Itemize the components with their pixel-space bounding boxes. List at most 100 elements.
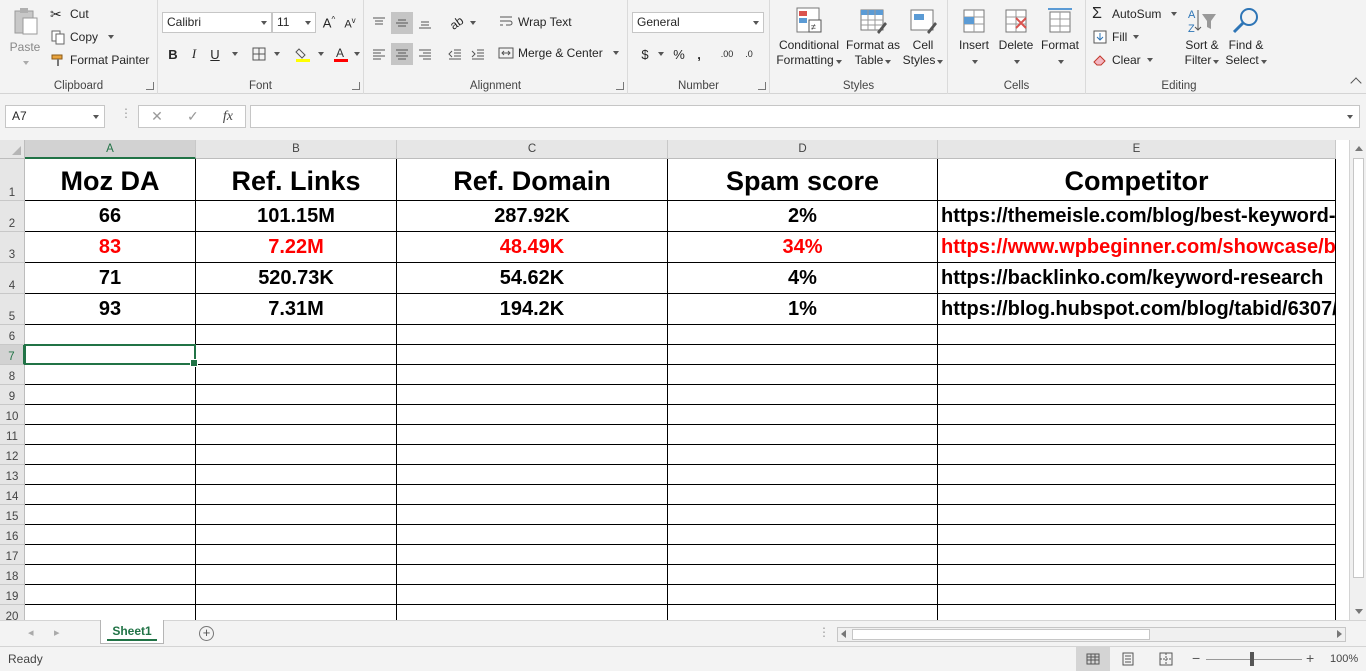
cell-c10[interactable] [397, 405, 668, 425]
fill-color-dropdown-icon[interactable] [318, 52, 324, 56]
cell-e15[interactable] [938, 505, 1336, 525]
cell-e9[interactable] [938, 385, 1336, 405]
font-size-combo[interactable]: 11 [272, 12, 316, 33]
orientation-dropdown-icon[interactable] [470, 21, 476, 25]
cell-d12[interactable] [668, 445, 938, 465]
cell-c11[interactable] [397, 425, 668, 445]
worksheet-grid[interactable]: A B C D E 1 Moz DA Ref. Links Ref. Domain Spam sc… [0, 140, 1366, 620]
merge-center-button[interactable]: Merge & Center [498, 45, 619, 61]
cell-a3[interactable]: 83 [25, 232, 196, 263]
cell-c15[interactable] [397, 505, 668, 525]
cell-a20[interactable] [25, 605, 196, 620]
cell-a19[interactable] [25, 585, 196, 605]
cell-b20[interactable] [196, 605, 397, 620]
cell-a13[interactable] [25, 465, 196, 485]
cell-d2[interactable]: 2% [668, 201, 938, 232]
row-header-5[interactable]: 5 [0, 294, 25, 325]
cell-b4[interactable]: 520.73K [196, 263, 397, 294]
cell-c3[interactable]: 48.49K [397, 232, 668, 263]
autosum-button[interactable]: Σ AutoSum [1092, 6, 1178, 22]
cell-e19[interactable] [938, 585, 1336, 605]
cell-a12[interactable] [25, 445, 196, 465]
zoom-out-icon[interactable]: − [1192, 650, 1200, 666]
cell-a14[interactable] [25, 485, 196, 505]
percent-button[interactable]: % [668, 43, 690, 65]
cell-e20[interactable] [938, 605, 1336, 620]
cell-b18[interactable] [196, 565, 397, 585]
format-cells-button[interactable]: Format [1038, 6, 1082, 68]
bold-button[interactable]: B [162, 43, 184, 65]
cell-a18[interactable] [25, 565, 196, 585]
row-header-12[interactable]: 12 [0, 445, 25, 465]
cut-button[interactable]: ✂ Cut [50, 6, 89, 22]
increase-indent-button[interactable] [467, 43, 489, 65]
cell-a15[interactable] [25, 505, 196, 525]
scroll-up-icon[interactable] [1355, 146, 1363, 151]
cell-b11[interactable] [196, 425, 397, 445]
font-color-dropdown-icon[interactable] [354, 52, 360, 56]
cell-e2[interactable]: https://themeisle.com/blog/best-keyword-… [938, 201, 1336, 232]
vertical-scrollbar[interactable] [1349, 140, 1366, 620]
cell-e16[interactable] [938, 525, 1336, 545]
cell-b3[interactable]: 7.22M [196, 232, 397, 263]
comma-button[interactable]: , [688, 43, 710, 65]
insert-button[interactable]: Insert [954, 6, 994, 68]
cell-c19[interactable] [397, 585, 668, 605]
increase-decimal-button[interactable]: .00 [716, 43, 738, 65]
row-header-14[interactable]: 14 [0, 485, 25, 505]
cell-a17[interactable] [25, 545, 196, 565]
copy-button[interactable]: Copy [50, 29, 115, 45]
row-header-1[interactable]: 1 [0, 159, 25, 201]
header-cell-a[interactable]: Moz DA [25, 159, 196, 201]
cell-d6[interactable] [668, 325, 938, 345]
zoom-level[interactable]: 100% [1330, 653, 1358, 665]
row-header-16[interactable]: 16 [0, 525, 25, 545]
fill-dropdown-icon[interactable] [1133, 35, 1140, 39]
cell-a9[interactable] [25, 385, 196, 405]
borders-button[interactable] [248, 43, 270, 65]
increase-font-button[interactable]: A^ [318, 12, 340, 34]
fill-button[interactable]: Fill [1092, 29, 1140, 45]
select-all-button[interactable] [0, 140, 25, 159]
row-header-13[interactable]: 13 [0, 465, 25, 485]
cell-b9[interactable] [196, 385, 397, 405]
cell-d7[interactable] [668, 345, 938, 365]
row-header-20[interactable]: 20 [0, 605, 25, 620]
prev-sheet-icon[interactable]: ◂ [28, 626, 34, 639]
horizontal-scrollbar[interactable] [837, 627, 1346, 642]
sheet-tab-sheet1[interactable]: Sheet1 [100, 620, 164, 644]
cell-b19[interactable] [196, 585, 397, 605]
header-cell-e[interactable]: Competitor [938, 159, 1336, 201]
cell-c6[interactable] [397, 325, 668, 345]
fill-color-button[interactable] [292, 43, 314, 65]
cell-d10[interactable] [668, 405, 938, 425]
paste-dropdown-icon[interactable] [23, 61, 29, 65]
header-cell-c[interactable]: Ref. Domain [397, 159, 668, 201]
cell-d3[interactable]: 34% [668, 232, 938, 263]
cell-d9[interactable] [668, 385, 938, 405]
cell-a16[interactable] [25, 525, 196, 545]
cell-styles-button[interactable]: Cell Styles [902, 6, 944, 68]
column-header-e[interactable]: E [938, 140, 1336, 159]
new-sheet-button[interactable]: + [199, 626, 214, 641]
delete-button[interactable]: Delete [996, 6, 1036, 68]
align-middle-button[interactable] [391, 12, 413, 34]
cell-a4[interactable]: 71 [25, 263, 196, 294]
tab-split-grip-icon[interactable]: ⋮ [818, 625, 830, 639]
cell-c4[interactable]: 54.62K [397, 263, 668, 294]
cell-d5[interactable]: 1% [668, 294, 938, 325]
collapse-ribbon-icon[interactable] [1350, 77, 1362, 89]
cell-e4[interactable]: https://backlinko.com/keyword-research [938, 263, 1336, 294]
row-header-6[interactable]: 6 [0, 325, 25, 345]
cell-e8[interactable] [938, 365, 1336, 385]
decrease-font-button[interactable]: Av [339, 12, 361, 34]
row-header-4[interactable]: 4 [0, 263, 25, 294]
cell-c7[interactable] [397, 345, 668, 365]
cell-a6[interactable] [25, 325, 196, 345]
number-format-dropdown-icon[interactable] [753, 21, 759, 25]
cell-e17[interactable] [938, 545, 1336, 565]
cell-b10[interactable] [196, 405, 397, 425]
decrease-decimal-button[interactable]: .0 [738, 43, 760, 65]
cell-c9[interactable] [397, 385, 668, 405]
orientation-button[interactable]: ab [446, 12, 468, 34]
